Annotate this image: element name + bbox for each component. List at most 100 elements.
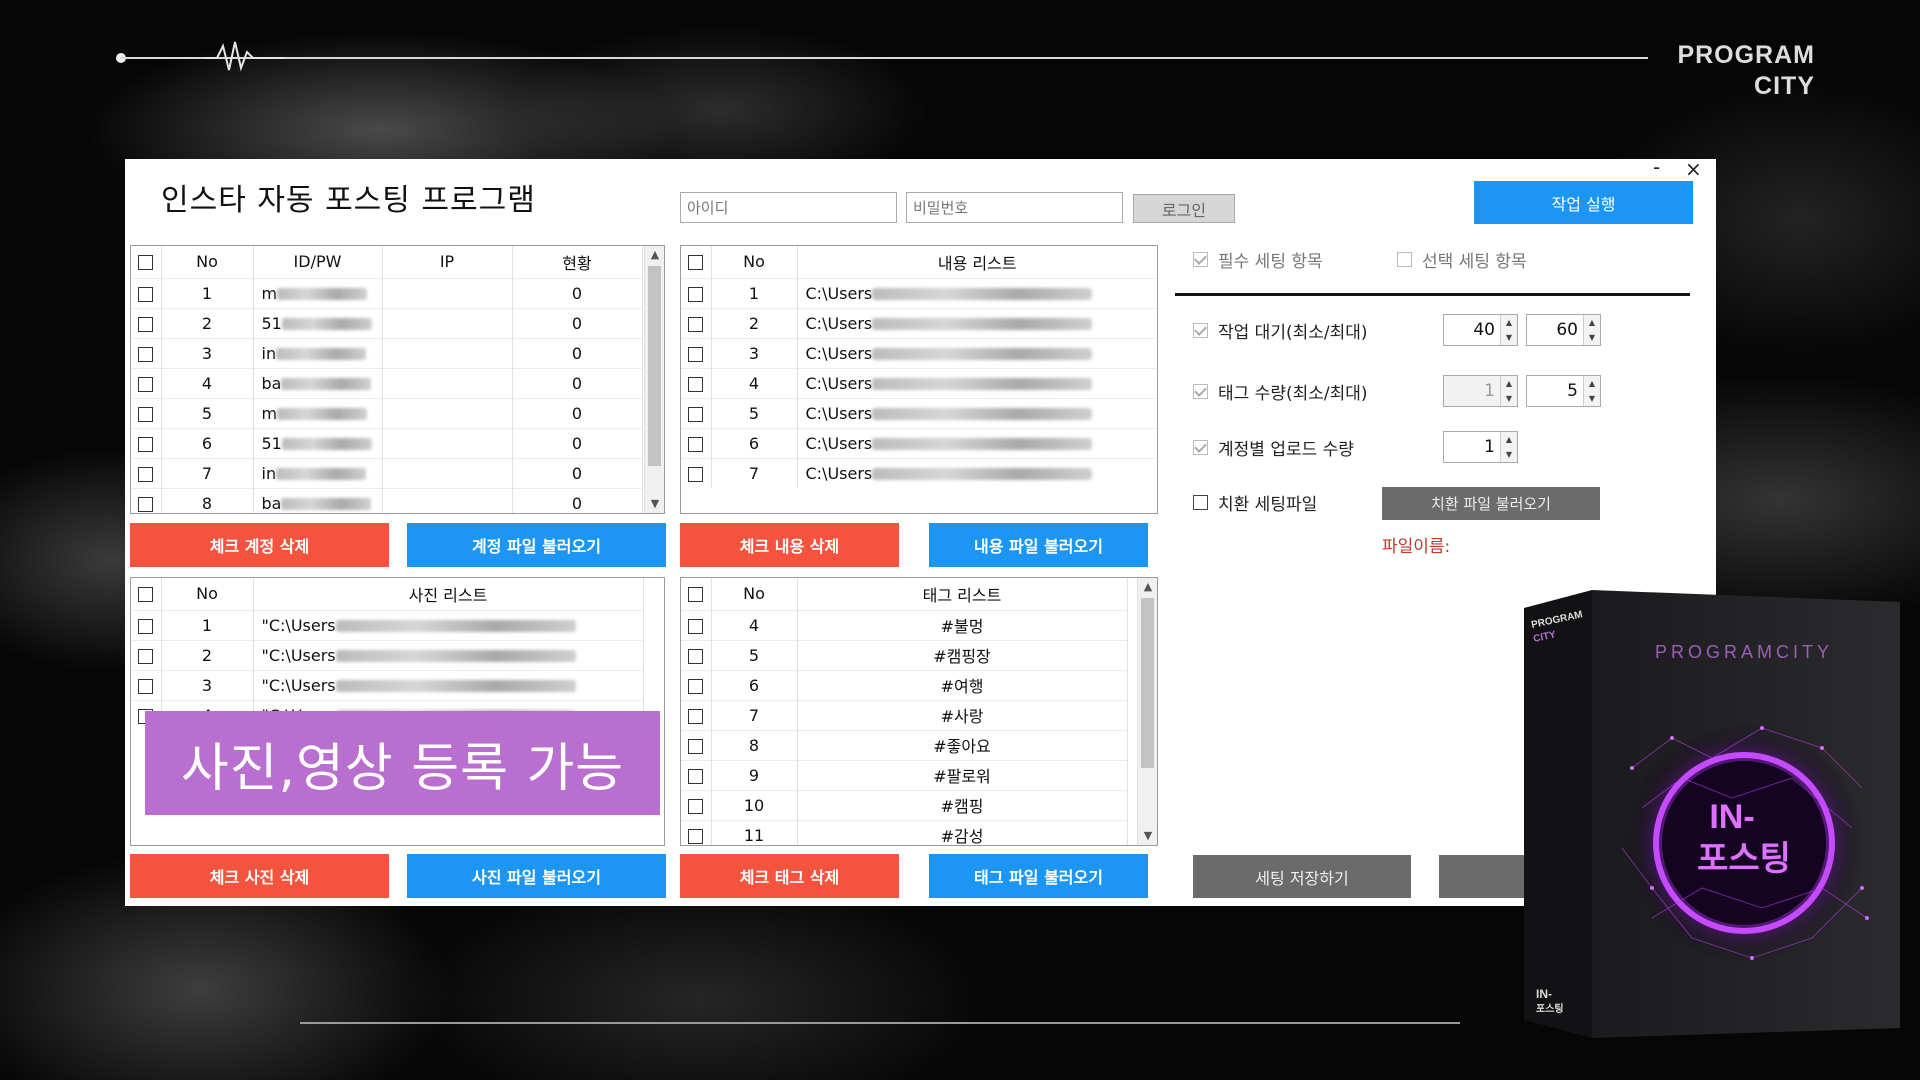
row-checkbox[interactable] — [688, 376, 704, 392]
replace-checkbox[interactable] — [1193, 495, 1208, 510]
table-row[interactable]: 4 ba 0 — [131, 367, 643, 398]
table-row[interactable]: 2 C:\Users — [681, 307, 1157, 338]
table-row[interactable]: 8 ba 0 — [131, 487, 643, 513]
run-button[interactable]: 작업 실행 — [1474, 181, 1693, 224]
table-row[interactable]: 2 "C:\Users — [131, 639, 644, 670]
row-checkbox[interactable] — [688, 346, 704, 362]
scroll-thumb[interactable] — [1141, 598, 1154, 768]
upload-stepper[interactable]: 1 ▲ ▼ — [1443, 431, 1518, 463]
table-row[interactable]: 10 #캠핑 — [681, 789, 1128, 820]
table-row[interactable]: 5 #캠핑장 — [681, 639, 1128, 670]
row-checkbox[interactable] — [138, 406, 154, 422]
table-row[interactable]: 6 51 0 — [131, 427, 643, 458]
account-scrollbar[interactable]: ▲ ▼ — [644, 246, 664, 513]
tag-table: No 태그 리스트 4 #불멍 5 #캠핑장 6 #여행 7 #사랑 8 #좋아요 9 #팔… — [681, 578, 1128, 845]
row-checkbox[interactable] — [688, 828, 704, 844]
row-checkbox[interactable] — [138, 678, 154, 694]
row-checkbox[interactable] — [688, 768, 704, 784]
table-row[interactable]: 2 51 0 — [131, 307, 643, 338]
delete-contents-button[interactable]: 체크 내용 삭제 — [680, 523, 899, 567]
required-settings-label: 필수 세팅 항목 — [1218, 252, 1323, 272]
tag-max-stepper[interactable]: 5 ▲ ▼ — [1526, 375, 1601, 407]
table-row[interactable]: 5 C:\Users — [681, 397, 1157, 428]
required-settings-tab[interactable]: 필수 세팅 항목 — [1193, 247, 1323, 272]
table-row[interactable]: 6 C:\Users — [681, 427, 1157, 458]
row-checkbox[interactable] — [138, 436, 154, 452]
password-input[interactable]: 비밀번호 — [906, 192, 1123, 223]
scroll-up-icon[interactable]: ▲ — [645, 246, 664, 264]
table-row[interactable]: 3 "C:\Users — [131, 669, 644, 700]
minimize-button[interactable]: - — [1653, 159, 1660, 179]
row-checkbox[interactable] — [138, 466, 154, 482]
row-checkbox[interactable] — [138, 496, 154, 512]
table-row[interactable]: 3 in 0 — [131, 337, 643, 368]
table-row[interactable]: 1 "C:\Users — [131, 609, 644, 640]
load-tags-button[interactable]: 태그 파일 불러오기 — [929, 854, 1148, 898]
wait-min-stepper[interactable]: 40 ▲ ▼ — [1443, 314, 1518, 346]
stepper-arrows-icon[interactable]: ▲ ▼ — [1583, 315, 1600, 345]
row-checkbox[interactable] — [138, 286, 154, 302]
table-row[interactable]: 5m 0 — [131, 397, 643, 428]
load-photos-button[interactable]: 사진 파일 불러오기 — [407, 854, 666, 898]
table-row[interactable]: 7 #사랑 — [681, 699, 1128, 730]
stepper-arrows-icon[interactable]: ▲ ▼ — [1500, 432, 1517, 462]
account-select-all-checkbox[interactable] — [138, 255, 154, 271]
table-row[interactable]: 1m 0 — [131, 277, 643, 308]
row-checkbox[interactable] — [688, 466, 704, 482]
load-accounts-button[interactable]: 계정 파일 불러오기 — [407, 523, 666, 567]
table-row[interactable]: 4 #불멍 — [681, 609, 1128, 640]
id-input[interactable]: 아이디 — [680, 192, 897, 223]
save-settings-button[interactable]: 세팅 저장하기 — [1193, 855, 1411, 898]
photo-select-all-checkbox[interactable] — [138, 587, 154, 603]
table-row[interactable]: 6 #여행 — [681, 669, 1128, 700]
row-checkbox[interactable] — [688, 648, 704, 664]
table-row[interactable]: 8 #좋아요 — [681, 729, 1128, 760]
scroll-down-icon[interactable]: ▼ — [645, 495, 664, 513]
row-checkbox[interactable] — [138, 376, 154, 392]
wait-max-stepper[interactable]: 60 ▲ ▼ — [1526, 314, 1601, 346]
row-checkbox[interactable] — [688, 678, 704, 694]
row-checkbox[interactable] — [688, 618, 704, 634]
table-row[interactable]: 7 C:\Users — [681, 457, 1157, 488]
row-checkbox[interactable] — [138, 648, 154, 664]
tag-count-checkbox[interactable] — [1193, 384, 1208, 399]
tag-min-stepper[interactable]: 1 ▲ ▼ — [1443, 375, 1518, 407]
login-button[interactable]: 로그인 — [1133, 194, 1235, 223]
row-checkbox[interactable] — [138, 316, 154, 332]
wait-checkbox[interactable] — [1193, 323, 1208, 338]
scroll-up-icon[interactable]: ▲ — [1138, 578, 1157, 596]
row-checkbox[interactable] — [688, 708, 704, 724]
stepper-arrows-icon[interactable]: ▲ ▼ — [1500, 376, 1517, 406]
content-select-all-checkbox[interactable] — [688, 255, 704, 271]
tag-min-value: 1 — [1484, 381, 1495, 401]
upload-checkbox[interactable] — [1193, 440, 1208, 455]
optional-settings-tab[interactable]: 선택 세팅 항목 — [1397, 247, 1527, 272]
row-checkbox[interactable] — [138, 346, 154, 362]
stepper-arrows-icon[interactable]: ▲ ▼ — [1583, 376, 1600, 406]
row-checkbox[interactable] — [688, 286, 704, 302]
row-checkbox[interactable] — [688, 436, 704, 452]
scroll-thumb[interactable] — [648, 266, 661, 466]
row-checkbox[interactable] — [688, 406, 704, 422]
load-contents-button[interactable]: 내용 파일 불러오기 — [929, 523, 1148, 567]
row-checkbox[interactable] — [688, 316, 704, 332]
tag-select-all-checkbox[interactable] — [688, 587, 704, 603]
table-row[interactable]: 7 in 0 — [131, 457, 643, 488]
table-row[interactable]: 9 #팔로워 — [681, 759, 1128, 790]
tag-scrollbar[interactable]: ▲ ▼ — [1137, 578, 1157, 845]
table-row[interactable]: 1 C:\Users — [681, 277, 1157, 308]
replace-load-button[interactable]: 치환 파일 불러오기 — [1382, 487, 1600, 520]
table-row[interactable]: 3 C:\Users — [681, 337, 1157, 368]
delete-tags-button[interactable]: 체크 태그 삭제 — [680, 854, 899, 898]
delete-photos-button[interactable]: 체크 사진 삭제 — [130, 854, 389, 898]
delete-accounts-button[interactable]: 체크 계정 삭제 — [130, 523, 389, 567]
scroll-down-icon[interactable]: ▼ — [1138, 827, 1157, 845]
row-checkbox[interactable] — [138, 618, 154, 634]
row-checkbox[interactable] — [688, 798, 704, 814]
row-checkbox[interactable] — [688, 738, 704, 754]
close-button[interactable]: × — [1685, 159, 1702, 181]
optional-settings-label: 선택 세팅 항목 — [1422, 252, 1527, 272]
table-row[interactable]: 4 C:\Users — [681, 367, 1157, 398]
stepper-arrows-icon[interactable]: ▲ ▼ — [1500, 315, 1517, 345]
table-row[interactable]: 11 #감성 — [681, 819, 1128, 845]
